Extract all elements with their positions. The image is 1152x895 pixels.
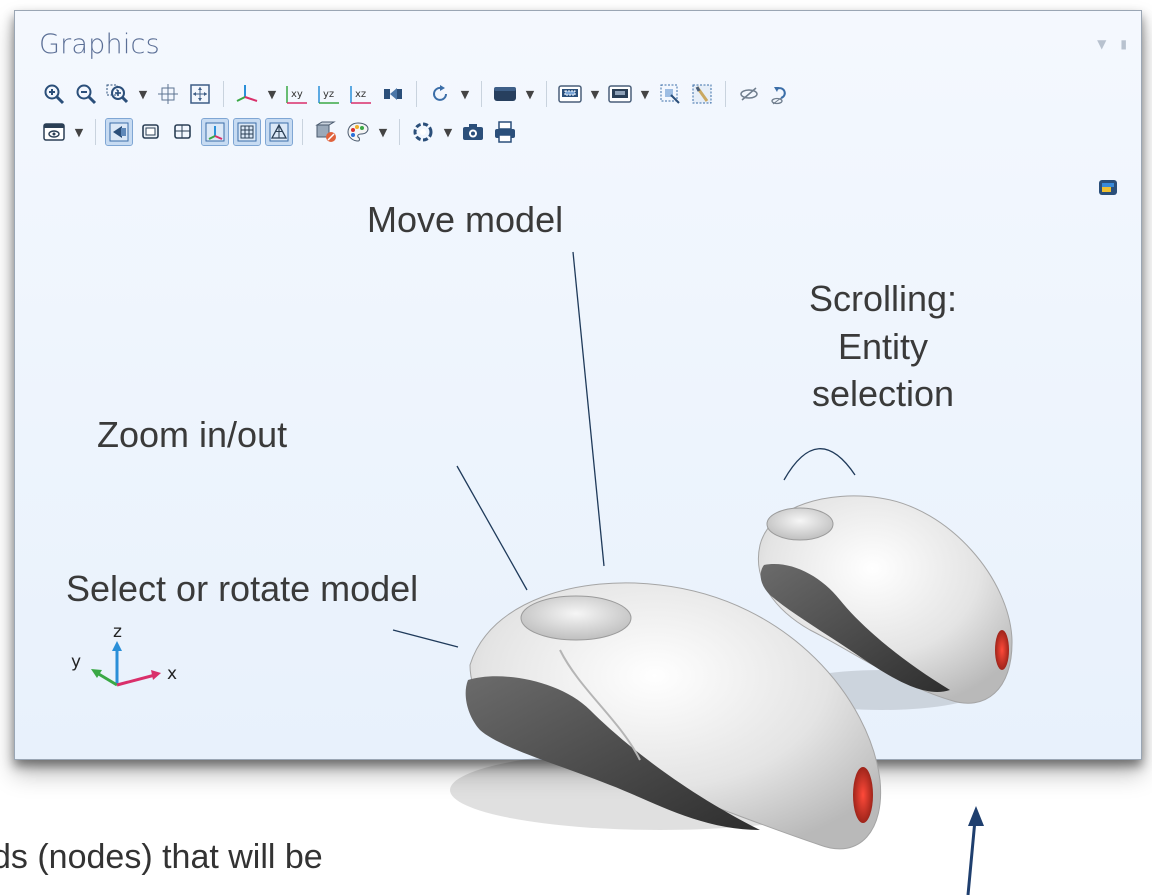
scroll-arc [783,448,856,481]
zoom-leader [456,465,528,591]
pointer-arrow-line [966,819,977,895]
illustration-overlay [392,251,1013,895]
select-rotate-leader [392,629,459,648]
pointer-arrow-head [968,806,984,826]
move-model-leader [572,251,605,567]
bottom-caption-text: ds (nodes) that will be [0,838,323,876]
